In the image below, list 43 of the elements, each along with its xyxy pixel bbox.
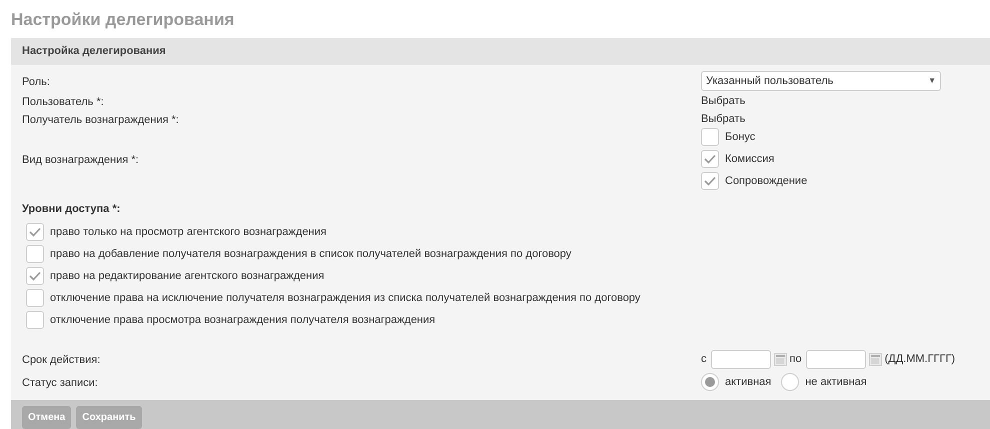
field-label: с <box>701 352 706 367</box>
checkbox-label: Бонус <box>725 130 756 145</box>
field-label: Статус записи: <box>22 377 98 389</box>
field-label: Вид вознаграждения *: <box>22 154 139 166</box>
checkbox-label: Сопровождение <box>725 174 808 189</box>
field-label: Уровни доступа *: <box>22 203 120 215</box>
radio-button[interactable] <box>781 373 800 391</box>
select-link[interactable]: Выбрать <box>701 92 746 110</box>
check-icon <box>704 154 716 164</box>
field-label: Роль: <box>22 76 50 88</box>
checkbox[interactable] <box>26 267 44 285</box>
checkbox-label: отключение права на исключение получателя вознаграждения из списка получателей вознаграждения по договору <box>50 290 640 306</box>
radio-label: активная <box>725 374 772 390</box>
page-title: Настройки делегирования <box>10 9 236 31</box>
checkbox[interactable] <box>26 311 44 329</box>
date-field[interactable] <box>710 350 770 368</box>
checkbox-label: право только на просмотр агентского вознаграждения <box>50 224 326 240</box>
date-format-hint: (ДД.ММ.ГГГГ) <box>884 352 956 367</box>
checkbox-label: право на добавление получателя вознаграждения в список получателей вознаграждения по договору <box>50 246 572 262</box>
panel-title: Настройка делегирования <box>22 44 166 60</box>
role-select[interactable]: Указанный пользователь ▼ <box>701 71 941 91</box>
date-field[interactable] <box>806 350 866 368</box>
check-icon <box>704 176 716 186</box>
field-label: Получатель вознаграждения *: <box>22 114 179 126</box>
check-icon <box>29 227 41 237</box>
checkbox-label: Комиссия <box>725 152 774 167</box>
checkbox[interactable] <box>26 289 44 307</box>
calendar-icon[interactable] <box>868 352 882 366</box>
checkbox-label: отключение права просмотра вознаграждения получателя вознаграждения <box>50 312 436 328</box>
checkbox-label: право на редактирование агентского вознаграждения <box>50 268 324 284</box>
field-label: Срок действия: <box>22 354 100 366</box>
checkbox[interactable] <box>701 172 719 190</box>
radio-label: не активная <box>805 374 867 390</box>
checkbox[interactable] <box>701 150 719 168</box>
checkbox[interactable] <box>26 223 44 241</box>
check-icon <box>29 271 41 281</box>
select-link[interactable]: Выбрать <box>701 110 746 128</box>
radio-button[interactable] <box>701 373 719 391</box>
field-label: по <box>790 352 802 367</box>
checkbox[interactable] <box>701 128 719 146</box>
calendar-icon[interactable] <box>774 352 786 366</box>
checkbox[interactable] <box>26 245 44 263</box>
field-label: Пользователь *: <box>22 96 104 108</box>
